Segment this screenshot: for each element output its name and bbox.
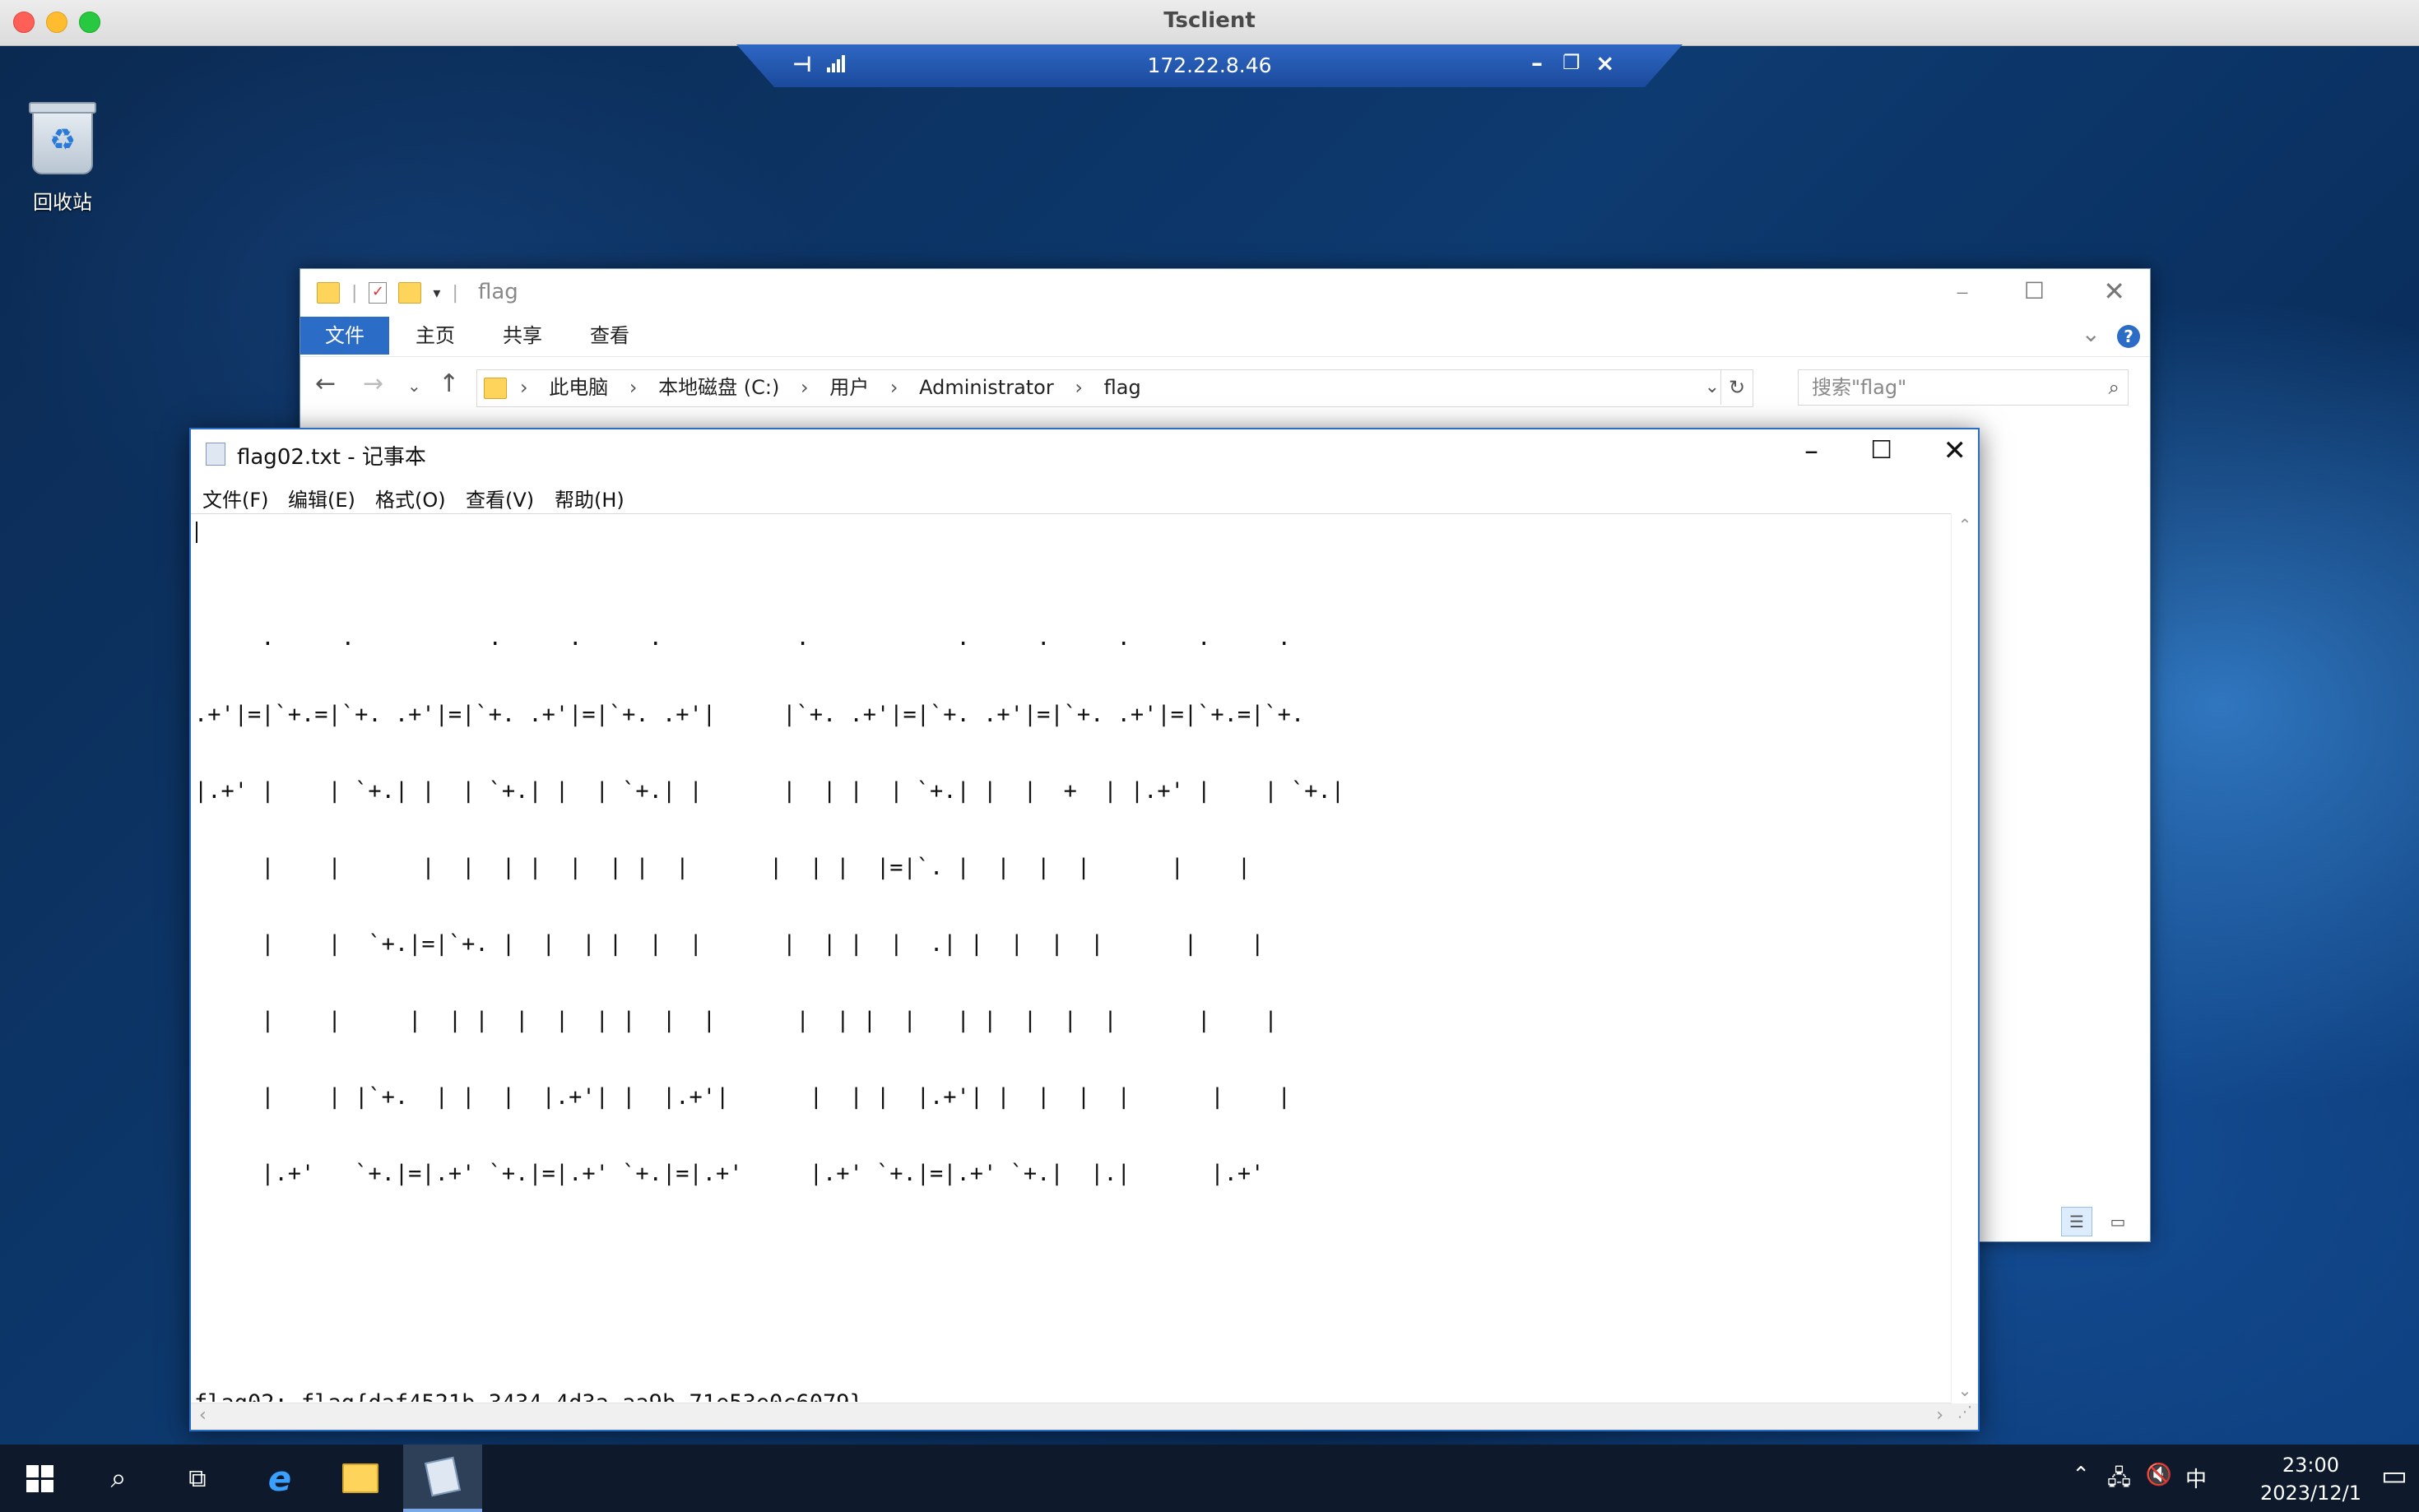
search-input[interactable]: 搜索"flag" ⌕	[1798, 369, 2129, 406]
rdp-minimize-icon[interactable]: –	[1531, 49, 1543, 77]
recycle-bin-icon: ♻	[29, 102, 96, 174]
notepad-window: flag02.txt - 记事本 – ☐ ✕ 文件(F) 编辑(E) 格式(O)…	[189, 428, 1980, 1431]
explorer-close-button[interactable]: ✕	[2103, 276, 2125, 307]
tab-share[interactable]: 共享	[503, 317, 542, 355]
breadcrumb: › 此电脑 › 本地磁盘 (C:) › 用户 › Administrator ›…	[520, 376, 1141, 399]
internet-explorer-icon[interactable]: e	[240, 1445, 319, 1512]
scroll-left-icon[interactable]: ‹	[199, 1405, 207, 1426]
flag-line: flag02: flag{daf4521b-3434-4d3a-aa9b-71e…	[194, 1390, 1950, 1402]
ribbon-tabs: 文件 主页 共享 查看 ⌄ ?	[300, 317, 2150, 357]
recent-locations-icon[interactable]: ⌄	[407, 376, 421, 396]
ascii-art-line: | | |`+. | | | |.+'| | |.+'| | | | |.+'|…	[194, 1084, 1291, 1110]
rdp-close-icon[interactable]: ×	[1595, 49, 1614, 77]
horizontal-scrollbar[interactable]: ‹ ›	[191, 1403, 1952, 1430]
menu-help[interactable]: 帮助(H)	[555, 484, 624, 513]
breadcrumb-item[interactable]: Administrator	[919, 376, 1054, 399]
clock[interactable]: 23:00 2023/12/1	[2260, 1451, 2361, 1507]
notepad-text-area[interactable]: . . . . . . . . . . . .+'|=|`+.=|`+. .+'…	[194, 515, 1950, 1402]
large-icons-view-icon[interactable]: ▭	[2102, 1207, 2133, 1236]
help-icon[interactable]: ?	[2117, 325, 2140, 348]
notepad-menubar: 文件(F) 编辑(E) 格式(O) 查看(V) 帮助(H)	[191, 479, 1978, 514]
navigation-bar: ← → ⌄ ↑ › 此电脑 › 本地磁盘 (C:) › 用户 › Adminis…	[300, 364, 2150, 410]
search-icon: ⌕	[2108, 376, 2120, 399]
details-view-icon[interactable]: ☰	[2061, 1207, 2092, 1236]
breadcrumb-item[interactable]: 用户	[829, 376, 869, 399]
address-bar[interactable]: › 此电脑 › 本地磁盘 (C:) › 用户 › Administrator ›…	[476, 369, 1753, 407]
ime-indicator[interactable]: 中	[2185, 1463, 2207, 1493]
ascii-art-line: |.+' `+.|=|.+' `+.|=|.+' `+.|=|.+' |.+' …	[194, 1161, 1265, 1186]
clock-date: 2023/12/1	[2259, 1482, 2361, 1505]
notepad-titlebar: flag02.txt - 记事本 – ☐ ✕	[191, 429, 1978, 479]
scroll-down-icon[interactable]: ⌄	[1952, 1380, 1978, 1400]
back-icon[interactable]: ←	[315, 369, 336, 398]
ascii-art-line: | | | | | | | | | | | | | | | | | | | | …	[194, 1008, 1278, 1033]
scroll-right-icon[interactable]: ›	[1936, 1405, 1943, 1426]
menu-file[interactable]: 文件(F)	[202, 484, 269, 513]
explorer-maximize-button[interactable]: ☐	[2024, 277, 2045, 304]
recycle-bin[interactable]: ♻ 回收站	[21, 102, 104, 215]
mac-titlebar: Tsclient	[0, 0, 2419, 46]
tab-file[interactable]: 文件	[300, 317, 389, 355]
search-taskbar-icon[interactable]: ⌕	[79, 1445, 158, 1512]
quick-access-toolbar: | ✓ ▾ |	[317, 282, 458, 304]
customize-toolbar-icon[interactable]: ▾	[433, 285, 440, 302]
volume-muted-icon[interactable]: 🔇	[2146, 1463, 2172, 1487]
menu-view[interactable]: 查看(V)	[466, 484, 534, 513]
explorer-titlebar: | ✓ ▾ | flag – ☐ ✕	[300, 269, 2150, 317]
task-view-icon[interactable]: ⧉	[158, 1445, 237, 1512]
menu-edit[interactable]: 编辑(E)	[288, 484, 355, 513]
taskbar: ⌕ ⧉ e ⌃ 🖧 🔇 中 23:00 2023/12/1 ▭	[0, 1445, 2419, 1512]
notepad-icon	[206, 443, 225, 466]
network-icon[interactable]: 🖧	[2107, 1463, 2131, 1499]
rdp-restore-icon[interactable]: ❐	[1562, 51, 1581, 74]
text-cursor	[196, 522, 197, 543]
recycle-bin-label: 回收站	[33, 191, 92, 214]
tab-home[interactable]: 主页	[416, 317, 455, 355]
notepad-title: flag02.txt - 记事本	[237, 445, 426, 470]
windows-logo-icon	[26, 1464, 53, 1492]
explorer-title: flag	[478, 280, 518, 304]
ascii-art-line: | | `+.|=|`+. | | | | | | | | | | .| | |…	[194, 931, 1265, 957]
notepad-taskbar-icon[interactable]	[403, 1445, 482, 1512]
action-center-icon[interactable]: ▭	[2381, 1459, 2407, 1492]
new-folder-icon[interactable]	[398, 282, 422, 304]
show-hidden-icons-icon[interactable]: ⌃	[2072, 1463, 2090, 1487]
menu-format[interactable]: 格式(O)	[375, 484, 446, 513]
notepad-close-button[interactable]: ✕	[1943, 434, 1967, 467]
folder-icon	[317, 282, 340, 304]
system-tray: ⌃ 🖧 🔇 中 23:00 2023/12/1 ▭	[2024, 1445, 2419, 1512]
breadcrumb-item[interactable]: 此电脑	[549, 376, 608, 399]
breadcrumb-item[interactable]: 本地磁盘 (C:)	[658, 376, 779, 399]
explorer-minimize-button[interactable]: –	[1956, 276, 1969, 307]
ascii-art-line: |.+' | | `+.| | | `+.| | | `+.| | | | | …	[194, 778, 1344, 804]
ascii-art-line: .+'|=|`+.=|`+. .+'|=|`+. .+'|=|`+. .+'| …	[194, 702, 1305, 727]
tab-view[interactable]: 查看	[590, 317, 629, 355]
start-button[interactable]	[0, 1445, 79, 1512]
address-folder-icon	[484, 378, 507, 399]
expand-ribbon-icon[interactable]: ⌄	[2082, 320, 2101, 347]
file-explorer-taskbar-icon[interactable]	[321, 1445, 400, 1512]
breadcrumb-item[interactable]: flag	[1104, 376, 1141, 399]
properties-icon[interactable]: ✓	[369, 282, 388, 304]
ascii-art-line: . . . . . . . . . . .	[194, 625, 1344, 651]
resize-grip-icon[interactable]: ⋰	[1952, 1403, 1978, 1430]
mac-window-title: Tsclient	[1163, 8, 1256, 33]
search-placeholder: 搜索"flag"	[1812, 376, 1907, 399]
up-icon[interactable]: ↑	[439, 369, 459, 398]
address-dropdown-icon[interactable]: ⌄	[1705, 370, 1720, 405]
ascii-art-line: | | | | | | | | | | | | | |=|`. | | | | …	[194, 855, 1251, 880]
refresh-icon[interactable]: ↻	[1720, 370, 1753, 405]
clock-time: 23:00	[2282, 1454, 2340, 1477]
scroll-up-icon[interactable]: ⌃	[1952, 515, 1978, 535]
forward-icon[interactable]: →	[363, 369, 383, 398]
notepad-minimize-button[interactable]: –	[1804, 434, 1818, 467]
view-mode-buttons: ☰ ▭	[2061, 1207, 2133, 1236]
notepad-maximize-button[interactable]: ☐	[1870, 436, 1892, 465]
vertical-scrollbar[interactable]: ⌃ ⌄	[1951, 513, 1978, 1402]
rdp-connection-bar: ⊣ 172.22.8.46 – ❐ ×	[736, 44, 1683, 87]
